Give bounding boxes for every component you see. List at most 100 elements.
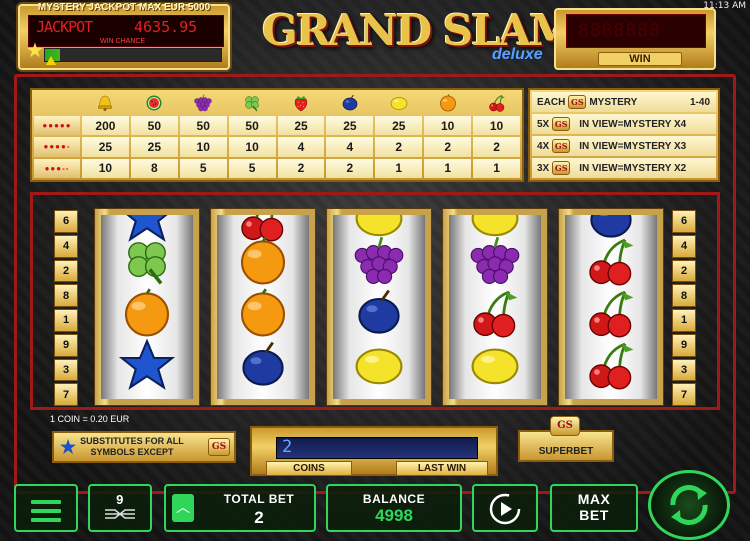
reel-5 — [558, 208, 664, 406]
last-win-button[interactable]: LAST WIN — [396, 461, 488, 476]
plum-icon — [326, 92, 373, 114]
wild-info: ★ SUBSTITUTES FOR ALL SYMBOLS EXCEPT GS — [52, 431, 236, 463]
mystery-each-suffix: MYSTERY — [589, 96, 638, 108]
lemon-icon — [351, 337, 407, 398]
total-bet-label: TOTAL BET — [223, 492, 295, 506]
paytable-cell: 8 — [130, 158, 178, 178]
coin-value-info: 1 COIN = 0.20 EUR — [50, 414, 130, 424]
mystery-text: IN VIEW=MYSTERY X4 — [579, 118, 687, 130]
paytable-cell: 10 — [228, 137, 276, 157]
menu-icon — [31, 500, 61, 504]
mystery-each-prefix: EACH — [537, 96, 566, 108]
paytable-row-dots: ●●●-- — [34, 158, 80, 178]
paytable-cell: 4 — [326, 137, 374, 157]
wild-info-line2: SYMBOLS EXCEPT — [90, 447, 174, 457]
reel-window — [565, 215, 657, 399]
autoplay-icon — [489, 493, 521, 525]
gs-icon: GS — [552, 161, 571, 175]
balance-panel: BALANCE 4998 — [326, 484, 462, 532]
paytable-cell: 25 — [326, 116, 374, 136]
payline-number: 9 — [54, 333, 78, 357]
jackpot-meter-mask — [60, 49, 221, 61]
chevron-up-icon: ︿ — [176, 499, 190, 515]
paytable-corner — [34, 92, 80, 114]
total-bet-panel: ︿ TOTAL BET 2 — [164, 484, 316, 532]
paytable-cell: 1 — [473, 158, 520, 178]
mystery-text: IN VIEW=MYSTERY X2 — [579, 162, 687, 174]
mystery-row: 4X GS IN VIEW=MYSTERY X3 — [532, 136, 716, 156]
paytable-cell: 10 — [179, 137, 227, 157]
payline-number: 4 — [54, 234, 78, 258]
mystery-count: 3X — [537, 162, 550, 174]
gs-icon: GS — [568, 95, 587, 109]
payline-number: 6 — [54, 210, 78, 233]
coins-display — [276, 437, 478, 459]
payline-number: 7 — [672, 383, 696, 406]
payline-number: 8 — [672, 284, 696, 307]
paylines-icon — [105, 509, 135, 519]
spin-button[interactable] — [648, 470, 730, 540]
win-label: WIN — [598, 52, 682, 66]
mystery-each-range: 1-40 — [689, 96, 710, 108]
gs-icon: GS — [552, 117, 571, 131]
autoplay-button[interactable] — [472, 484, 538, 532]
paytable-cell: 50 — [179, 116, 227, 136]
paytable: ●●●●● 200 50 50 50 25 25 25 10 10 ●●●●- 25 25 10 10 4 4 2… — [30, 88, 524, 182]
gs-icon: GS — [552, 139, 571, 153]
paytable-cell: 2 — [277, 158, 325, 178]
strawberry-icon — [278, 92, 325, 114]
paytable-cell: 5 — [179, 158, 227, 178]
paytable-cell: 10 — [82, 158, 129, 178]
mystery-each-row: EACH GS MYSTERY 1-40 — [532, 92, 716, 112]
jackpot-value: 4635.95 — [134, 18, 198, 36]
paytable-cell: 2 — [326, 158, 374, 178]
coins-value: 2 — [282, 437, 293, 457]
balance-label: BALANCE — [362, 492, 426, 506]
paytable-cell: 50 — [130, 116, 178, 136]
gs-icon: GS — [550, 416, 580, 436]
lines-button[interactable]: 9 — [88, 484, 152, 532]
max-bet-button[interactable]: MAX BET — [550, 484, 638, 532]
paytable-cell: 2 — [424, 137, 472, 157]
payline-numbers-left: 64281937 — [54, 210, 78, 406]
coins-button[interactable]: COINS — [266, 461, 352, 476]
gs-icon: GS — [208, 438, 230, 456]
menu-icon-bar — [31, 518, 61, 522]
increase-bet-button[interactable]: ︿ — [172, 494, 194, 522]
mystery-count: 5X — [537, 118, 550, 130]
paytable-cell: 50 — [228, 116, 276, 136]
payline-number: 2 — [54, 259, 78, 283]
reel-2 — [210, 208, 316, 406]
mystery-row: 5X GS IN VIEW=MYSTERY X4 — [532, 114, 716, 134]
reel-window — [333, 215, 425, 399]
paytable-cell: 200 — [82, 116, 129, 136]
meter-pointer-icon — [46, 56, 56, 65]
paytable-cell: 10 — [424, 116, 472, 136]
payline-number: 8 — [54, 284, 78, 307]
paytable-cell: 4 — [277, 137, 325, 157]
reel-window — [217, 215, 309, 399]
wild-info-line1: SUBSTITUTES FOR ALL — [80, 436, 184, 446]
reel-4 — [442, 208, 548, 406]
star-icon: ★ — [26, 40, 44, 62]
reel-window — [449, 215, 541, 399]
menu-button[interactable] — [14, 484, 78, 532]
paytable-cell: 1 — [375, 158, 423, 178]
payline-number: 2 — [672, 259, 696, 283]
spin-icon — [670, 485, 708, 525]
max-bet-line1: MAX — [577, 491, 611, 507]
paytable-cell: 25 — [375, 116, 423, 136]
menu-icon-bar — [31, 509, 61, 513]
win-chance-label: WIN CHANCE — [100, 38, 146, 45]
reel-3 — [326, 208, 432, 406]
clover-icon — [229, 92, 276, 114]
paytable-cell: 25 — [277, 116, 325, 136]
jackpot-label: JACKPOT — [36, 18, 93, 36]
payline-number: 7 — [54, 383, 78, 406]
lemon-icon — [467, 337, 523, 398]
payline-number: 3 — [672, 358, 696, 382]
payline-numbers-right: 64281937 — [672, 210, 696, 406]
max-bet-line2: BET — [579, 507, 609, 523]
paytable-row-dots: ●●●●- — [34, 137, 80, 157]
mystery-table: EACH GS MYSTERY 1-40 5X GS IN VIEW=MYSTE… — [528, 88, 720, 182]
